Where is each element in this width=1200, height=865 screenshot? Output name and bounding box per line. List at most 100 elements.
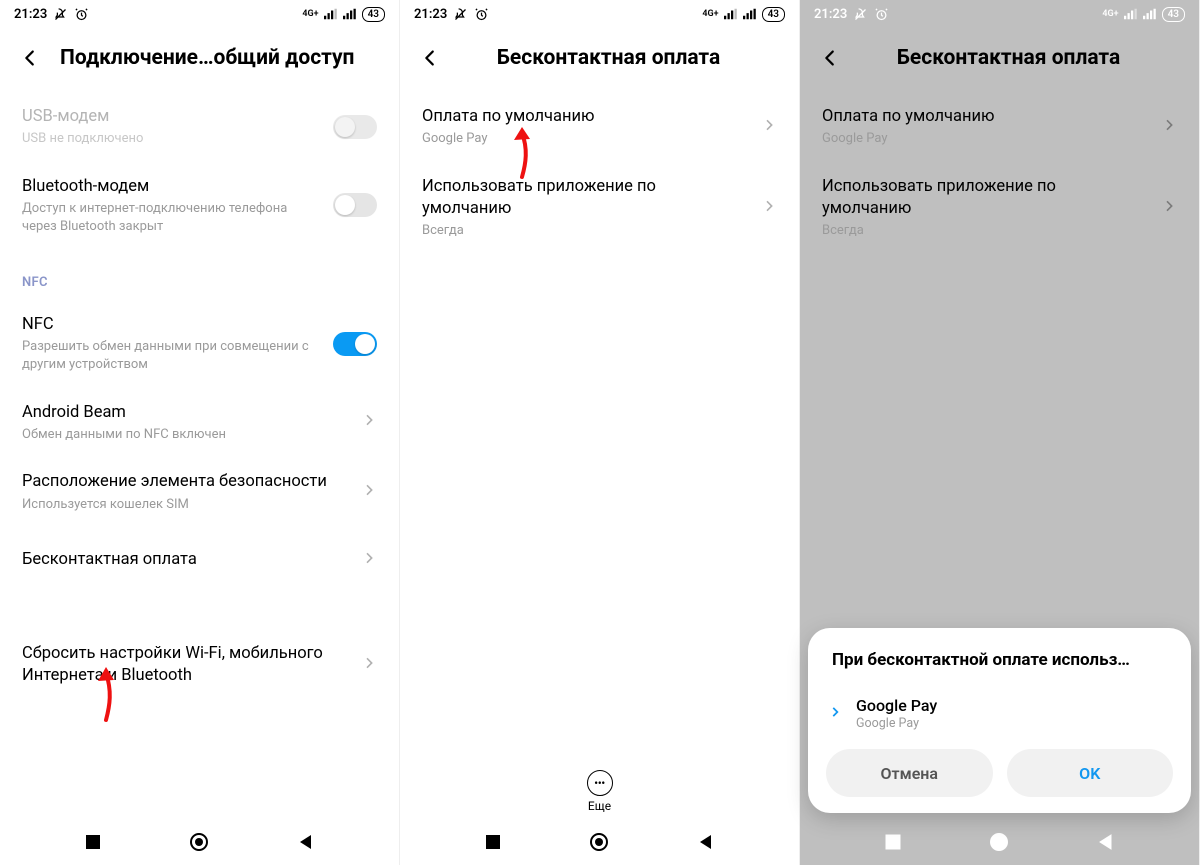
chevron-right-icon (361, 412, 377, 432)
chevron-right-icon (828, 704, 842, 723)
header: Подключение…общий доступ (0, 28, 399, 92)
item-title: Bluetooth-модем (22, 176, 321, 198)
page-title: Бесконтактная оплата (860, 46, 1157, 70)
toggle-bluetooth[interactable] (333, 193, 377, 217)
item-use-default-app: Использовать приложение по умолчанию Все… (800, 162, 1199, 254)
do-not-disturb-icon (853, 7, 868, 22)
nav-back[interactable] (271, 834, 341, 850)
do-not-disturb-icon (53, 7, 68, 22)
item-sub: Используется кошелек SIM (22, 496, 349, 514)
item-sub: Google Pay (422, 130, 749, 148)
chevron-right-icon (1161, 117, 1177, 137)
item-default-payment[interactable]: Оплата по умолчанию Google Pay (400, 92, 799, 162)
signal-icon-2 (743, 8, 757, 20)
item-title: Использовать приложение по умолчанию (822, 176, 1149, 221)
signal-icon-2 (1143, 8, 1157, 20)
header: Бесконтактная оплата (400, 28, 799, 92)
item-sub: Всегда (822, 222, 1149, 240)
navigation-bar (0, 819, 399, 865)
section-nfc: NFC (0, 249, 399, 300)
item-sub: Разрешить обмен данными при совмещении с… (22, 338, 321, 373)
nav-home[interactable] (964, 832, 1034, 852)
signal-icon (324, 8, 338, 20)
network-type: 4G+ (702, 10, 718, 19)
screen-contactless: 21:23 4G+ 43 Бесконтактная оплата (400, 0, 800, 865)
cancel-button[interactable]: Отмена (826, 749, 993, 797)
more-label: Еще (588, 799, 611, 813)
nav-home[interactable] (564, 832, 634, 852)
alarm-icon (874, 7, 889, 22)
navigation-bar (400, 819, 799, 865)
toggle-nfc[interactable] (333, 332, 377, 356)
battery-indicator: 43 (362, 7, 385, 22)
item-nfc[interactable]: NFC Разрешить обмен данными при совмещен… (0, 300, 399, 387)
nav-recents[interactable] (458, 834, 528, 850)
option-sub: Google Pay (856, 716, 937, 731)
item-sub: Доступ к интернет-подключению телефона ч… (22, 200, 321, 235)
nav-recents[interactable] (58, 834, 128, 850)
item-sub: USB не подключено (22, 130, 321, 148)
item-title: NFC (22, 314, 321, 336)
navigation-bar (800, 819, 1199, 865)
network-type: 4G+ (302, 10, 318, 19)
item-sub: Обмен данными по NFC включен (22, 426, 349, 444)
item-android-beam[interactable]: Android Beam Обмен данными по NFC включе… (0, 388, 399, 458)
alarm-icon (474, 7, 489, 22)
back-button[interactable] (818, 46, 842, 70)
item-reset-network[interactable]: Сбросить настройки Wi-Fi, мобильного Инт… (0, 629, 399, 702)
chevron-right-icon (761, 198, 777, 218)
toggle-usb (333, 115, 377, 139)
nav-recents[interactable] (858, 834, 928, 850)
status-bar: 21:23 4G+ 43 (400, 0, 799, 28)
sheet-title: При бесконтактной оплате использ… (826, 650, 1173, 670)
item-use-default-app[interactable]: Использовать приложение по умолчанию Все… (400, 162, 799, 254)
nav-home[interactable] (164, 832, 234, 852)
chevron-right-icon (361, 655, 377, 675)
option-title: Google Pay (856, 696, 937, 715)
nav-back[interactable] (1071, 834, 1141, 850)
page-title: Подключение…общий доступ (60, 46, 381, 70)
item-title: Бесконтактная оплата (22, 549, 349, 571)
item-secure-element[interactable]: Расположение элемента безопасности Испол… (0, 457, 399, 527)
screen-contactless-dialog: 21:23 4G+ 43 Бесконтактная оплата (800, 0, 1200, 865)
item-title: USB-модем (22, 106, 321, 128)
signal-icon (1124, 8, 1138, 20)
more-menu[interactable]: ••• Еще (400, 762, 799, 819)
item-title: Android Beam (22, 402, 349, 424)
page-title: Бесконтактная оплата (460, 46, 757, 70)
nav-back[interactable] (671, 834, 741, 850)
do-not-disturb-icon (453, 7, 468, 22)
chevron-right-icon (361, 550, 377, 570)
bottom-sheet: При бесконтактной оплате использ… Google… (808, 628, 1191, 813)
battery-indicator: 43 (1162, 7, 1185, 22)
item-sub: Всегда (422, 222, 749, 240)
item-default-payment: Оплата по умолчанию Google Pay (800, 92, 1199, 162)
alarm-icon (74, 7, 89, 22)
item-usb-tether: USB-модем USB не подключено (0, 92, 399, 162)
item-title: Оплата по умолчанию (422, 106, 749, 128)
screen-connection: 21:23 4G+ 43 Подключение…общий доступ (0, 0, 400, 865)
signal-icon-2 (343, 8, 357, 20)
status-bar: 21:23 4G+ 43 (0, 0, 399, 28)
more-icon: ••• (587, 770, 613, 796)
signal-icon (724, 8, 738, 20)
item-title: Расположение элемента безопасности (22, 471, 349, 493)
chevron-right-icon (761, 117, 777, 137)
item-title: Сбросить настройки Wi-Fi, мобильного Инт… (22, 643, 349, 688)
status-time: 21:23 (414, 7, 447, 22)
ok-button[interactable]: OK (1007, 749, 1174, 797)
status-time: 21:23 (814, 7, 847, 22)
item-bluetooth-tether[interactable]: Bluetooth-модем Доступ к интернет-подклю… (0, 162, 399, 249)
item-sub: Google Pay (822, 130, 1149, 148)
battery-indicator: 43 (762, 7, 785, 22)
status-bar: 21:23 4G+ 43 (800, 0, 1199, 28)
item-title: Использовать приложение по умолчанию (422, 176, 749, 221)
back-button[interactable] (418, 46, 442, 70)
sheet-option-google-pay[interactable]: Google Pay Google Pay (826, 690, 1173, 749)
status-time: 21:23 (14, 7, 47, 22)
chevron-right-icon (1161, 198, 1177, 218)
back-button[interactable] (18, 46, 42, 70)
network-type: 4G+ (1102, 10, 1118, 19)
item-contactless-payment[interactable]: Бесконтактная оплата (0, 527, 399, 593)
chevron-right-icon (361, 482, 377, 502)
